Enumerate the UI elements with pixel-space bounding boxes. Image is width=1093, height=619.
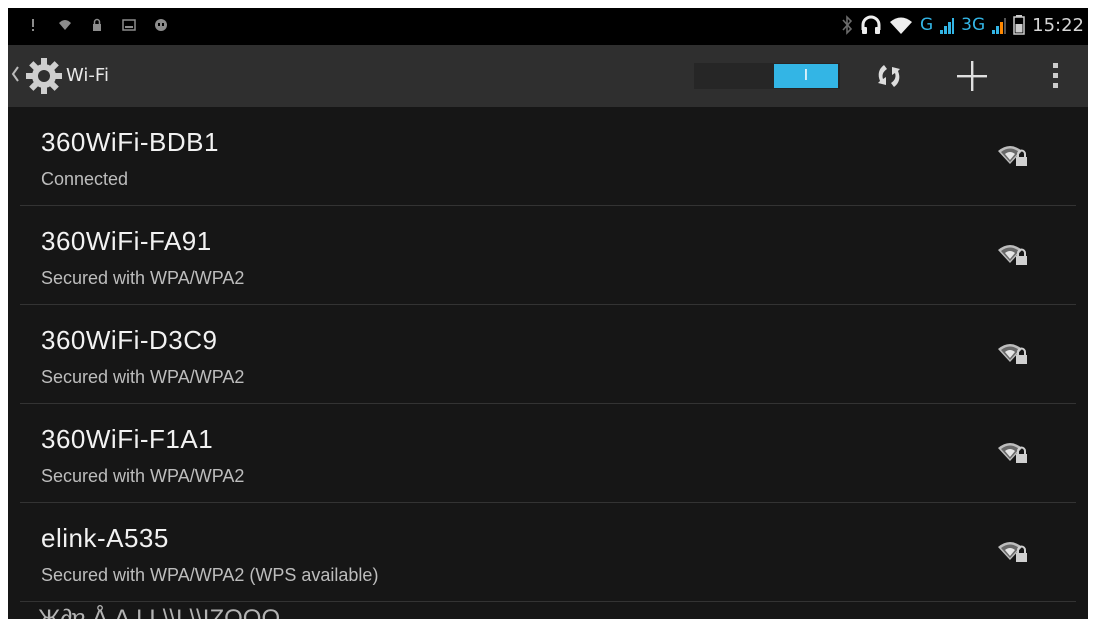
wifi-network-row[interactable]: 360WiFi-F1A1 Secured with WPA/WPA2: [20, 404, 1076, 503]
page-title: Wi-Fi: [66, 65, 109, 86]
network-status: Secured with WPA/WPA2: [41, 268, 245, 288]
settings-gear-icon[interactable]: [25, 57, 63, 95]
wifi-icon: [889, 17, 912, 34]
network-status: Connected: [41, 169, 129, 189]
wifi-secured-icon: [998, 441, 1028, 469]
network-type-3g: 3G: [961, 15, 986, 35]
network-name: 360WiFi-D3C9: [41, 325, 218, 355]
network-type-g: G: [919, 15, 934, 35]
wifi-secured-icon: [998, 540, 1028, 568]
refresh-icon[interactable]: [870, 57, 908, 95]
network-status: Secured with WPA/WPA2 (WPS available): [41, 565, 379, 585]
android-debug-icon: [155, 19, 167, 31]
network-status: Secured with WPA/WPA2: [41, 466, 245, 486]
wifi-secured-icon: [998, 342, 1028, 370]
wifi-network-list: 360WiFi-BDB1 Connected 360WiFi-FA91 Secu…: [8, 107, 1088, 602]
lock-icon: [93, 18, 101, 31]
status-bar: G 3G 15:22: [8, 8, 1088, 45]
action-bar: Wi-Fi I: [8, 45, 1088, 107]
wifi-secured-icon: [998, 144, 1028, 172]
status-bar-notifications: [26, 17, 168, 33]
wifi-network-row[interactable]: 360WiFi-D3C9 Secured with WPA/WPA2: [20, 305, 1076, 404]
bluetooth-icon: [842, 15, 853, 35]
signal-icon: [940, 18, 955, 34]
network-name: 360WiFi-FA91: [41, 226, 212, 256]
network-name: elink-A535: [41, 523, 169, 553]
notification-icon: [32, 19, 34, 31]
image-icon: [122, 19, 136, 31]
network-name: 360WiFi-F1A1: [41, 424, 214, 454]
network-status: Secured with WPA/WPA2: [41, 367, 245, 387]
back-chevron-icon[interactable]: [10, 64, 20, 84]
partial-list-item: Ж∂ɐ Å ∆ LL\\L\\IZOOO: [38, 605, 281, 619]
wifi-network-row[interactable]: 360WiFi-FA91 Secured with WPA/WPA2: [20, 206, 1076, 305]
wifi-small-icon: [59, 20, 71, 30]
toggle-label: I: [803, 66, 809, 84]
wifi-network-row[interactable]: 360WiFi-BDB1 Connected: [20, 107, 1076, 206]
wifi-toggle-thumb[interactable]: I: [774, 64, 838, 88]
signal-icon: [992, 18, 1007, 34]
wifi-secured-icon: [998, 243, 1028, 271]
status-bar-system: G 3G 15:22: [841, 14, 1088, 36]
network-name: 360WiFi-BDB1: [41, 127, 219, 157]
add-network-icon[interactable]: [955, 57, 989, 95]
wifi-network-row[interactable]: elink-A535 Secured with WPA/WPA2 (WPS av…: [20, 503, 1076, 602]
battery-icon: [1013, 15, 1025, 35]
status-time: 15:22: [1032, 14, 1084, 36]
headphones-icon: [861, 15, 881, 34]
android-screen: G 3G 15:22 Wi-Fi I 360WiFi-BDB1 Connecte…: [8, 8, 1088, 619]
overflow-menu-icon[interactable]: [1052, 57, 1060, 95]
